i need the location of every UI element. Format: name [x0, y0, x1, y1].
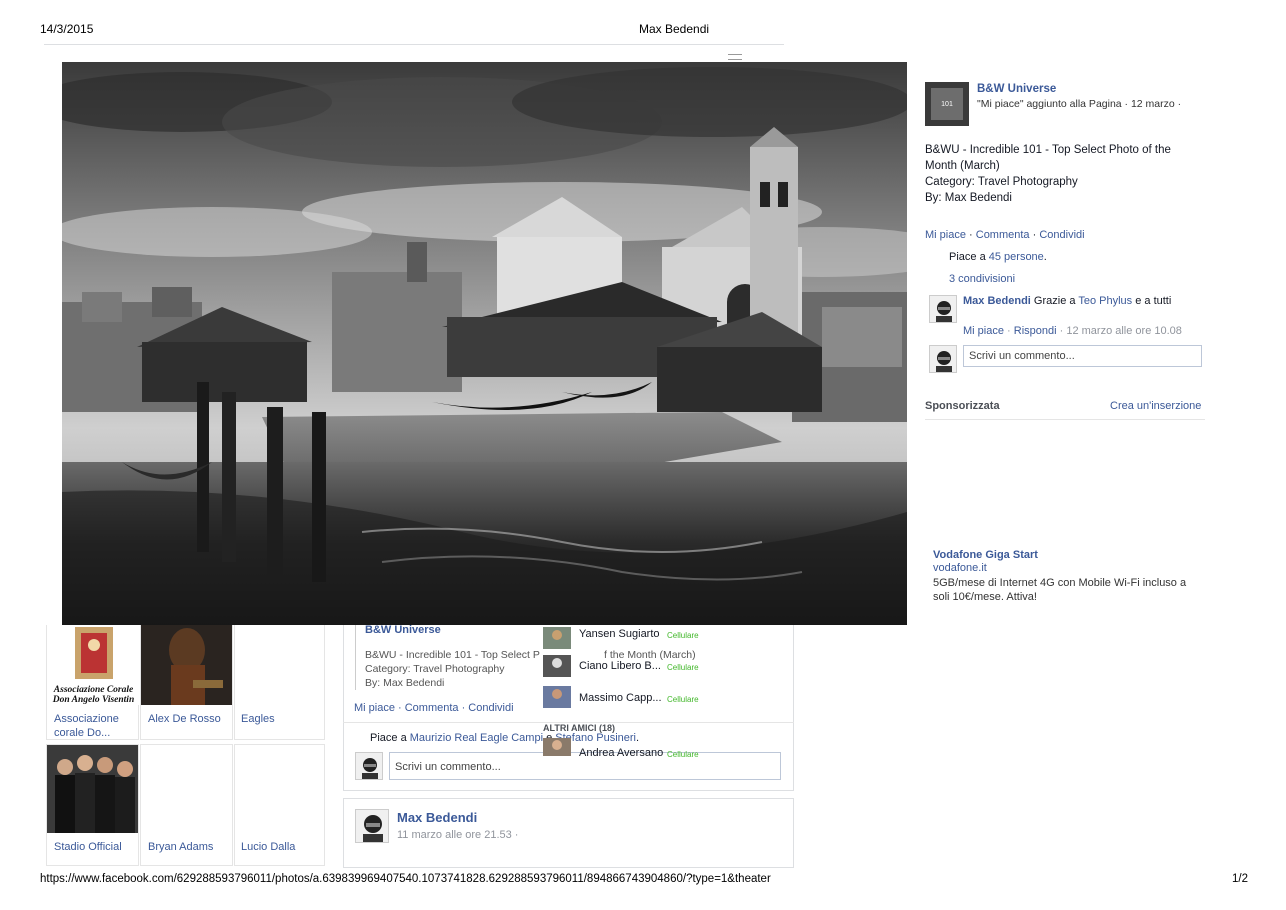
like-tile[interactable]: Eagles — [234, 625, 325, 740]
guitarist-photo-icon — [141, 625, 232, 705]
background-divider — [44, 44, 784, 45]
shared-by: By: Max Bedendi — [365, 677, 445, 689]
tile-label[interactable]: Stadio Official — [54, 840, 122, 854]
like-tile[interactable]: Alex De Rosso — [140, 625, 233, 740]
comment: Max Bedendi Grazie a Teo Phylus e a tutt… — [963, 295, 1171, 307]
print-title: Max Bedendi — [639, 22, 710, 36]
sponsored-label: Sponsorizzata — [925, 400, 1000, 412]
tile-label[interactable]: Alex De Rosso — [148, 712, 221, 726]
shared-text: B&WU - Incredible 101 - Top Select P — [365, 649, 540, 661]
comment-mention-link[interactable]: Teo Phylus — [1078, 295, 1132, 307]
chat-avatar[interactable] — [543, 655, 571, 677]
user-avatar-icon — [543, 738, 571, 756]
caption-line: B&WU - Incredible 101 - Top Select Photo… — [925, 144, 1175, 172]
post-actions: Mi piace · Commenta · Condividi — [925, 229, 1085, 241]
comment-text: Grazie a — [1030, 295, 1079, 307]
chat-contact-status: Cellulare — [667, 631, 699, 640]
comment-like-button[interactable]: Mi piace — [963, 325, 1004, 337]
tile-label[interactable]: Eagles — [241, 712, 275, 726]
tile-thumb — [141, 625, 232, 705]
like-button[interactable]: Mi piace — [925, 229, 966, 241]
comment-button[interactable]: Commenta — [976, 229, 1030, 241]
user-avatar-icon — [356, 753, 382, 779]
user-avatar-icon — [930, 346, 956, 372]
sponsored-divider — [925, 419, 1205, 420]
shared-page-link[interactable]: B&W Universe — [365, 624, 441, 636]
post-meta: "Mi piace" aggiunto alla Pagina · 12 mar… — [977, 98, 1182, 110]
chat-contact-name[interactable]: Yansen Sugiarto — [579, 628, 660, 640]
liker-link[interactable]: Maurizio Real Eagle Campi — [410, 732, 543, 744]
viewer-avatar[interactable] — [355, 752, 383, 780]
comment-author-link[interactable]: Max Bedendi — [963, 295, 1031, 307]
chat-avatar[interactable] — [543, 738, 571, 756]
tile-label[interactable]: Associazione corale Do... — [54, 712, 134, 740]
share-button[interactable]: Condividi — [1039, 229, 1084, 241]
page-name-link[interactable]: B&W Universe — [977, 83, 1056, 95]
comment-reply-button[interactable]: Rispondi — [1014, 325, 1057, 337]
user-avatar-icon — [930, 296, 956, 322]
chat-contact-status: Cellulare — [667, 750, 699, 759]
user-avatar-icon — [543, 655, 571, 677]
print-date: 14/3/2015 — [40, 22, 94, 36]
likes-suffix: . — [635, 732, 640, 744]
chat-contact-status: Cellulare — [667, 695, 699, 704]
feed-actions[interactable]: Mi piace · Commenta · Condividi — [354, 702, 514, 714]
tile-thumb — [47, 745, 138, 833]
create-ad-link[interactable]: Crea un'inserzione — [1110, 400, 1201, 412]
viewer-avatar[interactable] — [929, 345, 957, 373]
ad-domain-link[interactable]: vodafone.it — [933, 562, 987, 574]
user-avatar-icon — [356, 810, 388, 842]
likes-summary: Piace a 45 persone. — [949, 251, 1047, 263]
comment-input[interactable]: Scrivi un commento... — [963, 345, 1202, 367]
chat-avatar[interactable] — [543, 627, 571, 649]
band-photo-icon — [47, 745, 138, 833]
tile-label[interactable]: Lucio Dalla — [241, 840, 295, 854]
menu-icon — [728, 54, 742, 60]
tile-label[interactable]: Bryan Adams — [148, 840, 213, 854]
print-url: https://www.facebook.com/629288593796011… — [40, 873, 771, 885]
caption-line: By: Max Bedendi — [925, 192, 1012, 204]
post-author-link[interactable]: Max Bedendi — [397, 810, 477, 825]
chat-contact-status: Cellulare — [667, 663, 699, 672]
caption-line: Category: Travel Photography — [925, 176, 1078, 188]
comment-meta: Mi piace · Rispondi · 12 marzo alle ore … — [963, 325, 1182, 337]
comment-time: · 12 marzo alle ore 10.08 — [1056, 325, 1182, 337]
svg-text:101: 101 — [941, 101, 953, 108]
separator: · — [1003, 325, 1014, 337]
ad-title-link[interactable]: Vodafone Giga Start — [933, 549, 1038, 561]
tile-thumb-caption: Associazione Corale Don Angelo Visentin — [52, 685, 135, 705]
quote-bar — [355, 625, 356, 690]
chat-contact-name[interactable]: Massimo Capp... — [579, 692, 662, 704]
post-author-avatar[interactable] — [355, 809, 389, 843]
venice-boatyard-photo-icon — [62, 62, 907, 625]
likes-prefix: Piace a — [370, 732, 410, 744]
like-tile[interactable]: Bryan Adams — [140, 744, 233, 866]
commenter-avatar[interactable] — [929, 295, 957, 323]
likes-suffix: . — [1043, 251, 1047, 263]
comment-text: e a tutti — [1132, 295, 1172, 307]
like-tile[interactable]: Associazione Corale Don Angelo Visentin … — [46, 625, 140, 740]
page-avatar[interactable]: 101 — [925, 82, 969, 126]
page-logo-icon: 101 — [925, 82, 969, 126]
feed-likes: Piace a Maurizio Real Eagle Campi e Stef… — [370, 732, 639, 744]
likes-count-link[interactable]: 45 persone — [989, 251, 1044, 263]
post-time: 11 marzo alle ore 21.53 · — [397, 829, 519, 841]
shared-category: Category: Travel Photography — [365, 663, 505, 675]
like-tile[interactable]: Stadio Official — [46, 744, 139, 866]
ad-body: 5GB/mese di Internet 4G con Mobile Wi-Fi… — [933, 577, 1187, 603]
user-avatar-icon — [543, 686, 571, 708]
theater-photo[interactable] — [62, 62, 907, 625]
chat-avatar[interactable] — [543, 686, 571, 708]
post-caption: B&WU - Incredible 101 - Top Select Photo… — [925, 142, 1195, 206]
shares-count-link[interactable]: 3 condivisioni — [949, 273, 1015, 285]
likes-prefix: Piace a — [949, 251, 989, 263]
chat-contact-name[interactable]: Ciano Libero B... — [579, 660, 661, 672]
separator: · — [1029, 229, 1040, 241]
like-tile[interactable]: Lucio Dalla — [234, 744, 325, 866]
print-page-number: 1/2 — [1232, 873, 1248, 885]
chat-section-header: ALTRI AMICI (18) — [543, 723, 615, 733]
user-avatar-icon — [543, 627, 571, 649]
separator: · — [965, 229, 976, 241]
chat-contact-name[interactable]: Andrea Aversano — [579, 747, 663, 759]
